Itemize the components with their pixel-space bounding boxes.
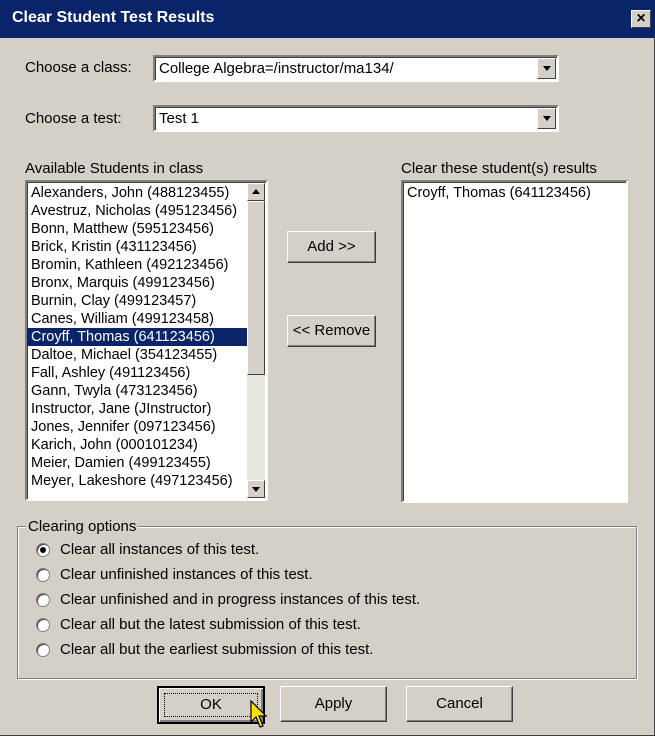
radio-button[interactable] (36, 543, 50, 557)
test-dropdown-button[interactable] (537, 108, 556, 129)
remove-button-label: << Remove (292, 322, 371, 339)
class-dropdown-button[interactable] (537, 58, 556, 79)
list-item[interactable]: Fall, Ashley (491123456) (27, 364, 249, 382)
available-students-list[interactable]: Alexanders, John (488123455) Avestruz, Ni… (25, 180, 268, 501)
list-item[interactable]: Croyff, Thomas (641123456) (403, 184, 626, 202)
apply-button-label: Apply (314, 695, 353, 712)
scroll-thumb[interactable] (247, 201, 265, 375)
window-title: Clear Student Test Results (12, 9, 215, 26)
radio-button[interactable] (36, 618, 50, 632)
list-item[interactable]: Daltoe, Michael (354123455) (27, 346, 249, 364)
scroll-down-button[interactable] (247, 480, 265, 498)
list-item[interactable]: Burnin, Clay (499123457) (27, 292, 249, 310)
radio-label: Clear all but the latest submission of t… (60, 616, 361, 633)
class-label: Choose a class: (25, 59, 132, 76)
apply-button[interactable]: Apply (280, 686, 387, 722)
radio-dot-icon (40, 547, 46, 553)
add-button[interactable]: Add >> (287, 231, 376, 263)
list-item[interactable]: Alexanders, John (488123455) (27, 184, 249, 202)
remove-button[interactable]: << Remove (287, 315, 376, 347)
list-item[interactable]: Meier, Damien (499123455) (27, 454, 249, 472)
radio-label: Clear unfinished and in progress instanc… (60, 591, 421, 608)
clear-student-test-results-dialog: Clear Student Test Results × Choose a cl… (0, 0, 655, 736)
radio-button[interactable] (36, 568, 50, 582)
radio-label: Clear unfinished instances of this test. (60, 566, 313, 583)
mouse-pointer-icon (250, 700, 268, 728)
list-item[interactable]: Karich, John (000101234) (27, 436, 249, 454)
list-item[interactable]: Instructor, Jane (JInstructor) (27, 400, 249, 418)
radio-button[interactable] (36, 593, 50, 607)
ok-button-label: OK (200, 696, 222, 713)
chevron-down-icon (543, 66, 551, 71)
scroll-up-button[interactable] (247, 183, 265, 201)
list-item[interactable]: Gann, Twyla (473123456) (27, 382, 249, 400)
list-item[interactable]: Bromin, Kathleen (492123456) (27, 256, 249, 274)
chevron-down-icon (543, 116, 551, 121)
available-students-heading: Available Students in class (25, 160, 204, 177)
radio-label: Clear all but the earliest submission of… (60, 641, 374, 658)
title-bar[interactable]: Clear Student Test Results × (0, 0, 655, 38)
clear-students-items: Croyff, Thomas (641123456) (403, 182, 626, 202)
available-students-items: Alexanders, John (488123455) Avestruz, Ni… (27, 182, 249, 490)
list-item[interactable]: Meyer, Lakeshore (497123456) (27, 472, 249, 490)
ok-button[interactable]: OK (157, 686, 265, 724)
radio-button[interactable] (36, 643, 50, 657)
chevron-up-icon (252, 189, 260, 194)
add-button-label: Add >> (307, 238, 356, 255)
cancel-button[interactable]: Cancel (406, 686, 513, 722)
test-select-value: Test 1 (159, 110, 200, 127)
test-label: Choose a test: (25, 110, 122, 127)
list-item[interactable]: Croyff, Thomas (641123456) (27, 328, 249, 346)
list-item[interactable]: Brick, Kristin (431123456) (27, 238, 249, 256)
test-select[interactable]: Test 1 (153, 105, 559, 132)
class-select-value: College Algebra=/instructor/ma134/ (159, 60, 394, 77)
vertical-scrollbar[interactable] (247, 183, 265, 498)
cancel-button-label: Cancel (436, 695, 483, 712)
clearing-options-legend: Clearing options (26, 518, 139, 535)
clear-list-heading: Clear these student(s) results (401, 160, 597, 177)
class-select[interactable]: College Algebra=/instructor/ma134/ (153, 55, 559, 82)
clear-students-list[interactable]: Croyff, Thomas (641123456) (401, 180, 628, 503)
chevron-down-icon (252, 487, 260, 492)
list-item[interactable]: Bronx, Marquis (499123456) (27, 274, 249, 292)
list-item[interactable]: Bonn, Matthew (595123456) (27, 220, 249, 238)
list-item[interactable]: Jones, Jennifer (097123456) (27, 418, 249, 436)
close-button[interactable]: × (631, 10, 651, 28)
list-item[interactable]: Canes, William (499123458) (27, 310, 249, 328)
radio-label: Clear all instances of this test. (60, 541, 260, 558)
list-item[interactable]: Avestruz, Nicholas (495123456) (27, 202, 249, 220)
